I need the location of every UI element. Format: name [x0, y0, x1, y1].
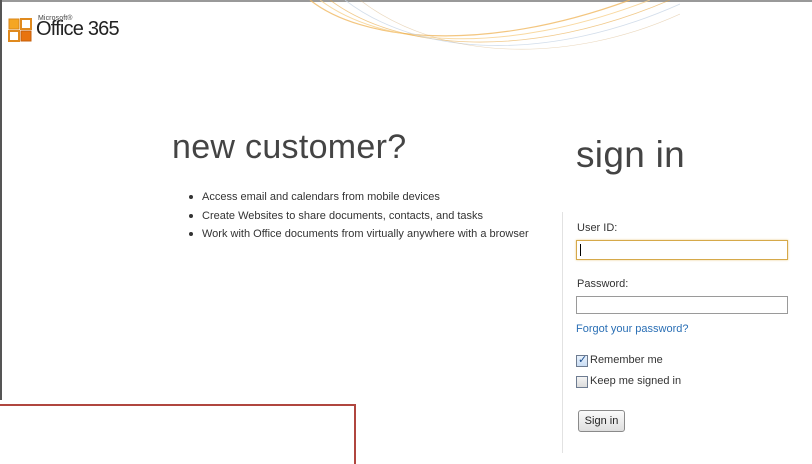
keep-signed-in-checkbox[interactable] — [576, 376, 588, 388]
sign-in-button[interactable]: Sign in — [578, 410, 625, 432]
header-swoosh-graphic — [309, 0, 680, 50]
password-label: Password: — [577, 278, 629, 290]
new-customer-heading: new customer? — [172, 128, 407, 166]
office-logo-icon — [8, 18, 32, 42]
remember-me-checkbox[interactable]: ✓ — [576, 354, 588, 367]
checkmark-icon: ✓ — [578, 354, 588, 366]
feature-list: Access email and calendars from mobile d… — [188, 188, 529, 244]
keep-signed-in-label: Keep me signed in — [590, 375, 682, 387]
annotation-box — [0, 404, 356, 464]
sign-in-divider — [562, 212, 563, 453]
user-id-input[interactable] — [576, 240, 788, 260]
window-left-border — [0, 0, 2, 400]
forgot-password-link[interactable]: Forgot your password? — [576, 323, 689, 335]
text-cursor — [580, 244, 581, 256]
user-id-label: User ID: — [577, 222, 618, 234]
password-input[interactable] — [576, 296, 788, 314]
remember-me-label: Remember me — [590, 354, 663, 366]
sign-in-heading: sign in — [576, 134, 686, 175]
feature-item: Access email and calendars from mobile d… — [188, 188, 529, 207]
logo-office-text: Office 365 — [36, 18, 120, 40]
feature-item: Create Websites to share documents, cont… — [188, 207, 529, 226]
office-365-logo: Microsoft® Office 365 — [8, 12, 148, 52]
feature-item: Work with Office documents from virtuall… — [188, 225, 529, 244]
